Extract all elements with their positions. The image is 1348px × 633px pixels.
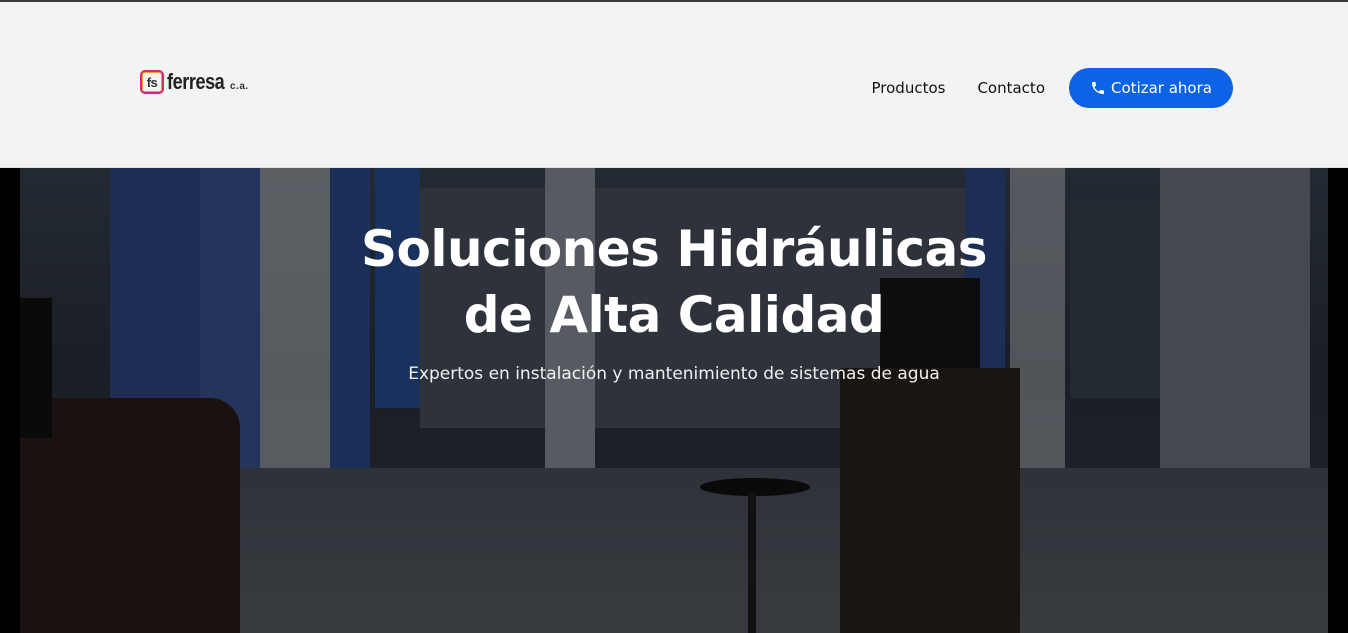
hero-title-line-1: Soluciones Hidráulicas [360, 220, 988, 278]
logo-suffix: c.a. [230, 81, 249, 92]
site-header: fs ferresa c.a. Productos Contacto Cotiz… [0, 2, 1348, 168]
nav-link-productos[interactable]: Productos [872, 79, 946, 97]
cotizar-ahora-button[interactable]: Cotizar ahora [1069, 68, 1233, 108]
hero-title: Soluciones Hidráulicas de Alta Calidad [0, 216, 1348, 348]
logo-mark: fs [140, 70, 164, 94]
brand-logo[interactable]: fs ferresa c.a. [140, 64, 248, 94]
hero-subtitle: Expertos en instalación y mantenimiento … [408, 364, 940, 384]
nav-link-contacto[interactable]: Contacto [977, 79, 1045, 97]
logo-name: ferresa [167, 69, 225, 94]
hero-title-line-2: de Alta Calidad [463, 286, 885, 344]
main-nav: Productos Contacto Cotizar ahora [872, 68, 1233, 108]
phone-icon [1092, 82, 1105, 94]
cta-label: Cotizar ahora [1111, 79, 1212, 97]
hero-section: Soluciones Hidráulicas de Alta Calidad E… [0, 168, 1348, 633]
